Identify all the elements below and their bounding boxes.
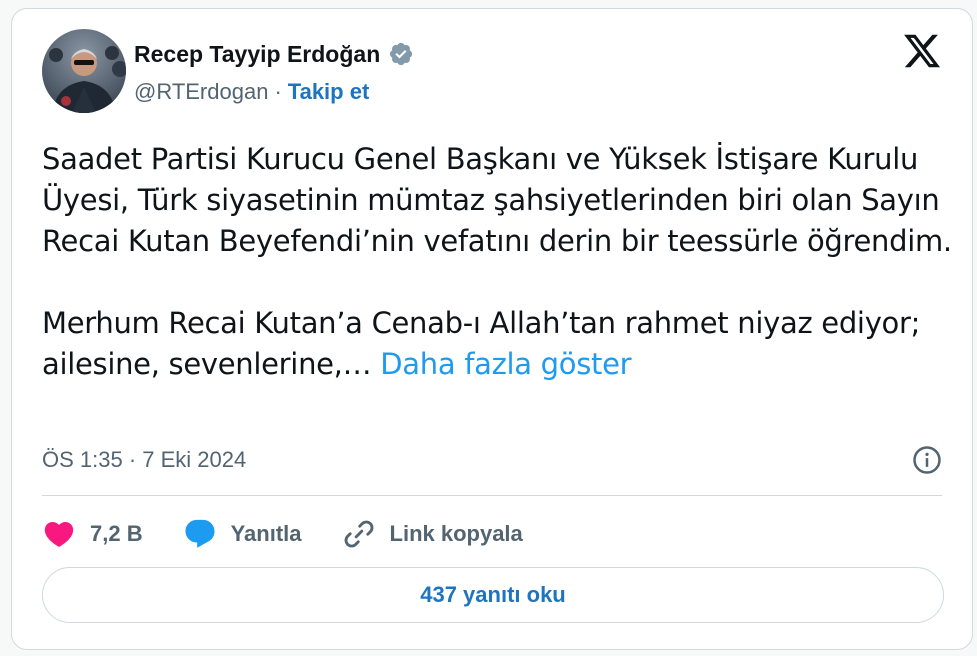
- avatar[interactable]: [42, 29, 126, 113]
- reply-button[interactable]: Yanıtla: [183, 517, 302, 551]
- author-name-row: Recep Tayyip Erdoğan: [134, 39, 414, 69]
- follow-button[interactable]: Takip et: [288, 79, 370, 105]
- verified-badge-icon: [390, 42, 413, 66]
- author-name[interactable]: Recep Tayyip Erdoğan: [134, 41, 380, 68]
- divider: [42, 495, 942, 496]
- tweet-text: Saadet Partisi Kurucu Genel Başkanı ve Y…: [42, 139, 952, 385]
- copy-link-label: Link kopyala: [389, 521, 523, 546]
- speech-bubble-icon: [185, 519, 215, 548]
- avatar-image: [42, 29, 126, 113]
- link-icon: [344, 520, 373, 548]
- x-logo-icon[interactable]: [902, 31, 942, 71]
- show-more-link[interactable]: Daha fazla göster: [380, 347, 631, 381]
- author-handle-row: @RTErdogan · Takip et: [134, 79, 369, 105]
- tweet-embed-card: Recep Tayyip Erdoğan @RTErdogan · Takip …: [11, 8, 973, 650]
- heart-icon: [44, 521, 74, 547]
- separator-dot: ·: [274, 79, 282, 104]
- like-count: 7,2 B: [90, 521, 143, 546]
- copy-link-button[interactable]: Link kopyala: [342, 517, 523, 551]
- tweet-timestamp[interactable]: ÖS 1:35 · 7 Eki 2024: [42, 447, 246, 473]
- tweet-paragraph-1: Saadet Partisi Kurucu Genel Başkanı ve Y…: [42, 142, 952, 258]
- like-button[interactable]: 7,2 B: [42, 517, 143, 551]
- action-bar: 7,2 B Yanıtla Link kopyala: [42, 514, 563, 554]
- reply-label: Yanıtla: [230, 521, 302, 546]
- tweet-paragraph-2: Merhum Recai Kutan’a Cenab-ı Allah’tan r…: [42, 303, 952, 385]
- author-handle[interactable]: @RTErdogan: [134, 79, 268, 105]
- read-replies-button[interactable]: 437 yanıtı oku: [42, 567, 944, 623]
- info-icon[interactable]: [912, 445, 942, 475]
